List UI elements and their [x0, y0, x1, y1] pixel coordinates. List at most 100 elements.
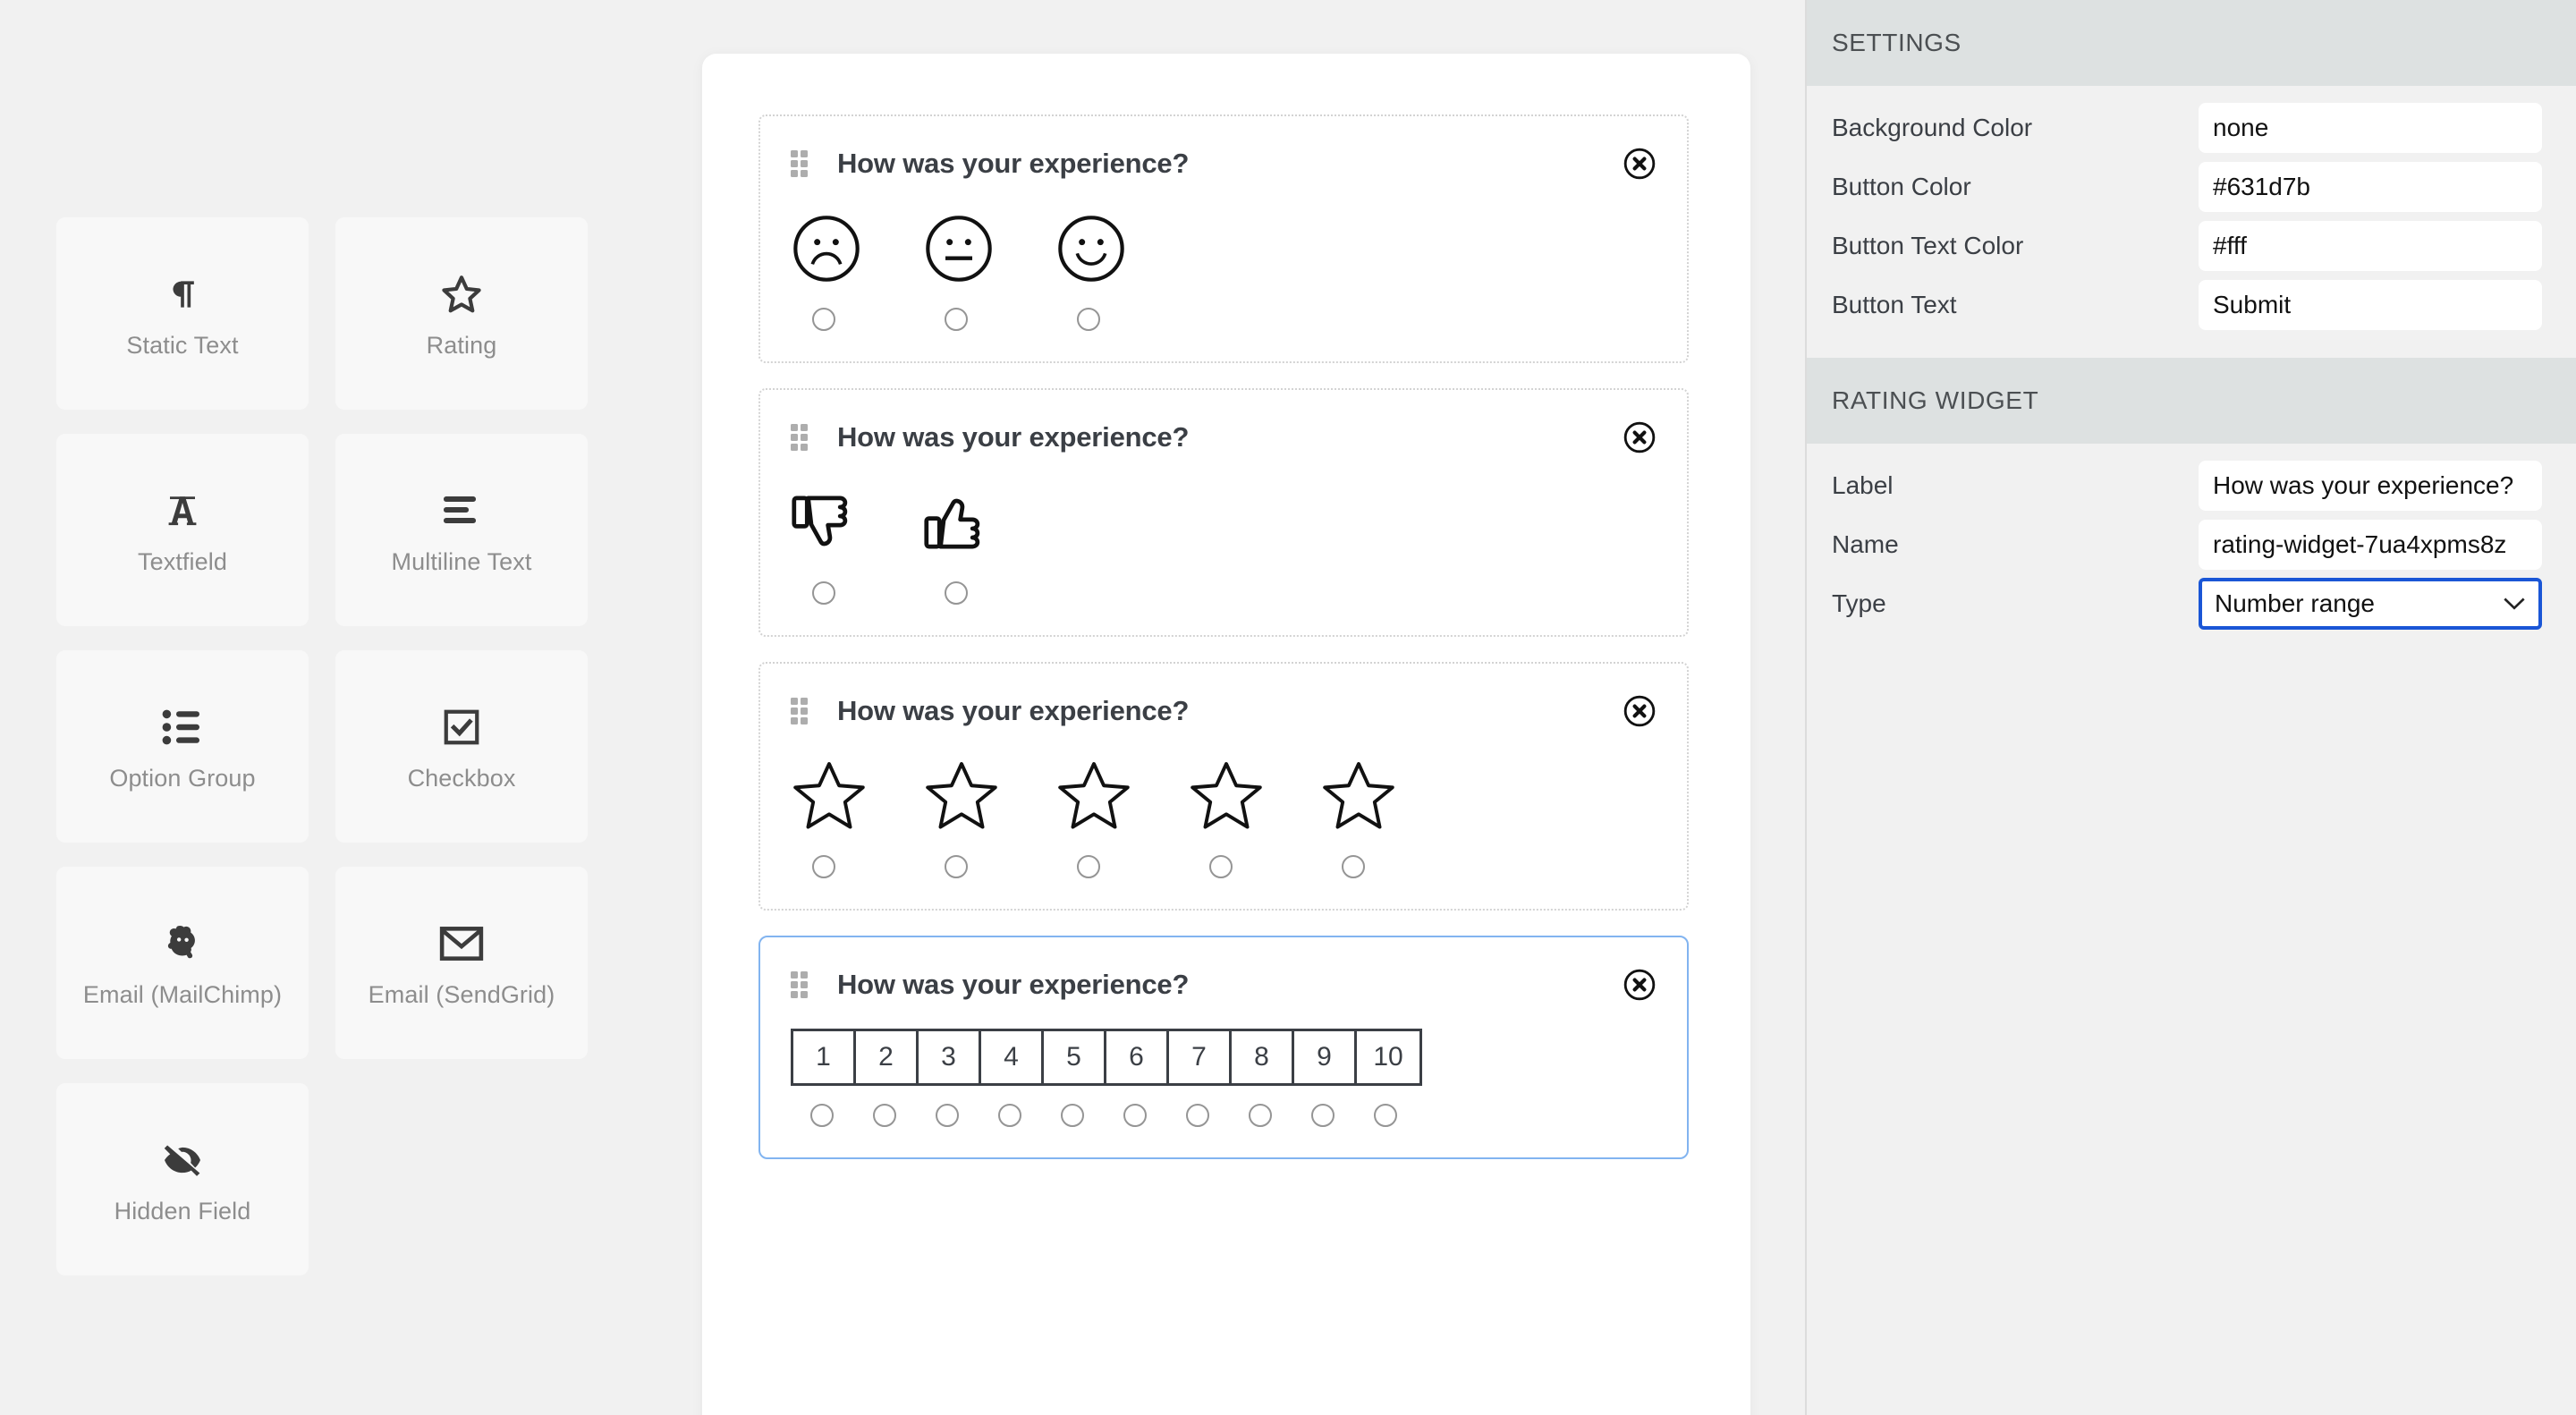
close-circle-icon[interactable]: [1623, 147, 1657, 181]
widget-header: How was your experience?: [791, 143, 1657, 184]
button-text-color-input[interactable]: [2199, 220, 2542, 271]
radio-button[interactable]: [1311, 1104, 1335, 1127]
radio-button[interactable]: [1186, 1104, 1209, 1127]
radio-button[interactable]: [812, 308, 835, 331]
thumbs-down-icon: [791, 481, 864, 563]
name-input[interactable]: [2199, 519, 2542, 570]
palette-item-email-mailchimp[interactable]: Email (MailChimp): [56, 867, 309, 1059]
number-cell[interactable]: 8: [1232, 1031, 1294, 1083]
number-cell[interactable]: 1: [793, 1031, 856, 1083]
rating-widget-section-body: Label Name Type Number range: [1807, 444, 2576, 642]
close-circle-icon[interactable]: [1623, 420, 1657, 454]
radio-button[interactable]: [810, 1104, 834, 1127]
happy-face-icon: [1055, 208, 1127, 290]
field-control: [2199, 279, 2542, 330]
background-color-input[interactable]: [2199, 102, 2542, 153]
sad-face-icon: [791, 208, 862, 290]
palette-item-multiline-text[interactable]: Multiline Text: [335, 434, 588, 626]
label-input[interactable]: [2199, 460, 2542, 511]
widget-title: How was your experience?: [837, 148, 1190, 179]
rating-widget-stars[interactable]: How was your experience?: [758, 662, 1689, 911]
star-option-2[interactable]: [923, 755, 997, 878]
field-label: Label: [1832, 470, 1894, 499]
number-cell[interactable]: 9: [1294, 1031, 1357, 1083]
number-cell[interactable]: 7: [1169, 1031, 1232, 1083]
thumbs-option-down[interactable]: [791, 481, 857, 605]
close-circle-icon[interactable]: [1623, 694, 1657, 728]
palette-item-email-sendgrid[interactable]: Email (SendGrid): [335, 867, 588, 1059]
letter-a-icon: [164, 484, 201, 538]
envelope-icon: [439, 917, 484, 970]
number-cell[interactable]: 10: [1357, 1031, 1419, 1083]
field-control: [2199, 220, 2542, 271]
palette-item-checkbox[interactable]: Checkbox: [335, 650, 588, 843]
text-lines-icon: [440, 484, 483, 538]
palette-item-textfield[interactable]: Textfield: [56, 434, 309, 626]
palette-item-static-text[interactable]: Static Text: [56, 217, 309, 410]
field-control: [2199, 161, 2542, 212]
radio-button[interactable]: [1209, 855, 1233, 878]
drag-handle-icon[interactable]: [791, 971, 810, 998]
star-option-3[interactable]: [1055, 755, 1130, 878]
radio-button[interactable]: [936, 1104, 959, 1127]
widget-header: How was your experience?: [791, 964, 1657, 1005]
form-canvas: How was your experience? How was your ex…: [702, 54, 1750, 1415]
smiley-option-neutral[interactable]: [923, 208, 992, 331]
radio-button[interactable]: [812, 855, 835, 878]
radio-button[interactable]: [1342, 855, 1365, 878]
thumbs-option-up[interactable]: [923, 481, 989, 605]
number-cell[interactable]: 6: [1106, 1031, 1169, 1083]
number-cell[interactable]: 5: [1044, 1031, 1106, 1083]
palette-item-label: Hidden Field: [114, 1198, 251, 1224]
palette-item-label: Checkbox: [407, 765, 516, 792]
palette-item-rating[interactable]: Rating: [335, 217, 588, 410]
radio-button[interactable]: [1077, 855, 1100, 878]
settings-section-header: SETTINGS: [1807, 0, 2576, 86]
radio-button[interactable]: [873, 1104, 896, 1127]
smiley-option-happy[interactable]: [1055, 208, 1124, 331]
field-row-background-color: Background Color: [1832, 98, 2542, 157]
smiley-option-sad[interactable]: [791, 208, 860, 331]
number-cell[interactable]: 2: [856, 1031, 919, 1083]
radio-button[interactable]: [812, 581, 835, 605]
type-select[interactable]: Number range: [2199, 577, 2542, 630]
rating-widget-thumbs[interactable]: How was your experience?: [758, 388, 1689, 637]
palette-item-option-group[interactable]: Option Group: [56, 650, 309, 843]
drag-handle-icon[interactable]: [791, 698, 810, 724]
star-option-4[interactable]: [1188, 755, 1262, 878]
rating-widget-smiley[interactable]: How was your experience?: [758, 114, 1689, 363]
drag-handle-icon[interactable]: [791, 424, 810, 451]
radio-button[interactable]: [998, 1104, 1021, 1127]
close-circle-icon[interactable]: [1623, 968, 1657, 1002]
field-label: Background Color: [1832, 113, 2033, 141]
rating-widget-number-range[interactable]: How was your experience? 1 2 3 4 5 6 7 8…: [758, 936, 1689, 1159]
radio-button[interactable]: [1249, 1104, 1272, 1127]
paragraph-icon: [163, 267, 202, 321]
radio-button[interactable]: [945, 855, 968, 878]
field-label: Button Color: [1832, 172, 1971, 200]
radio-button[interactable]: [1374, 1104, 1397, 1127]
star-option-1[interactable]: [791, 755, 865, 878]
palette-item-hidden-field[interactable]: Hidden Field: [56, 1083, 309, 1275]
button-text-input[interactable]: [2199, 279, 2542, 330]
radio-button[interactable]: [1061, 1104, 1084, 1127]
canvas-area: How was your experience? How was your ex…: [702, 0, 1805, 1415]
field-row-button-color: Button Color: [1832, 157, 2542, 216]
button-color-input[interactable]: [2199, 161, 2542, 212]
field-row-button-text: Button Text: [1832, 275, 2542, 334]
settings-section-body: Background Color Button Color Button Tex…: [1807, 86, 2576, 343]
palette-item-label: Textfield: [138, 548, 227, 575]
radio-button[interactable]: [945, 308, 968, 331]
palette-item-label: Static Text: [126, 332, 239, 359]
number-cell[interactable]: 3: [919, 1031, 981, 1083]
checkbox-icon: [441, 700, 482, 754]
drag-handle-icon[interactable]: [791, 150, 810, 177]
field-control: [2199, 519, 2542, 570]
number-cell[interactable]: 4: [981, 1031, 1044, 1083]
radio-button[interactable]: [1077, 308, 1100, 331]
radio-button[interactable]: [945, 581, 968, 605]
star-option-5[interactable]: [1320, 755, 1394, 878]
star-icon: [1320, 755, 1397, 837]
widget-title: How was your experience?: [837, 421, 1190, 453]
radio-button[interactable]: [1123, 1104, 1147, 1127]
